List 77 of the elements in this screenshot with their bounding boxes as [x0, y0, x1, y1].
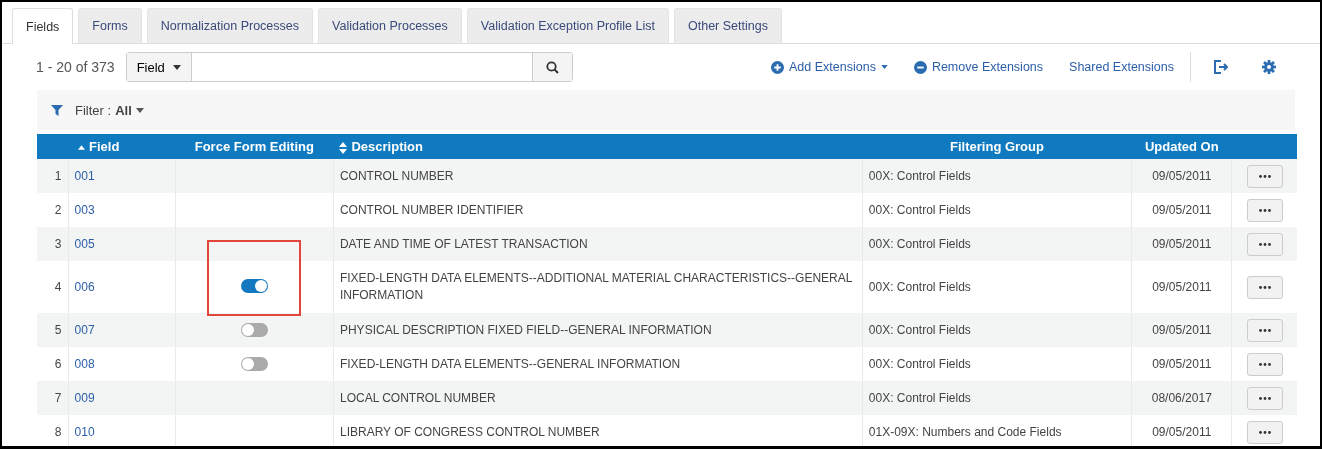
minus-circle-icon [913, 60, 927, 74]
toolbar-link[interactable]: Shared Extensions [1069, 60, 1174, 74]
row-number: 5 [37, 313, 69, 347]
row-actions-button[interactable] [1246, 420, 1283, 444]
more-icon [1258, 208, 1271, 212]
filter-dropdown[interactable]: Filter : All [75, 102, 144, 118]
caret-icon [135, 107, 144, 113]
column-header: Filtering Group [862, 134, 1132, 159]
more-icon [1258, 285, 1271, 289]
column-header: Updated On [1131, 134, 1232, 159]
table-cell: 00X: Control Fields [862, 227, 1132, 261]
field-link[interactable]: 009 [74, 391, 95, 405]
settings-icon [1262, 60, 1276, 74]
table-cell: 09/05/2011 [1131, 227, 1232, 261]
export-icon [1213, 60, 1228, 74]
row-actions-button[interactable] [1246, 198, 1283, 222]
table-cell: DATE AND TIME OF LATEST TRANSACTION [333, 227, 863, 261]
row-actions-button[interactable] [1246, 318, 1283, 342]
row-number: 1 [37, 159, 69, 193]
tab[interactable]: Forms [78, 8, 142, 43]
search-button[interactable] [531, 53, 572, 81]
toggle-switch[interactable] [240, 323, 268, 337]
column-header[interactable]: Description [333, 134, 863, 159]
field-link[interactable]: 007 [74, 323, 95, 337]
more-icon [1258, 328, 1271, 332]
table-cell: 00X: Control Fields [862, 313, 1132, 347]
table-cell: LIBRARY OF CONGRESS CONTROL NUMBER [333, 415, 863, 446]
column-header: Force Form Editing [175, 134, 334, 159]
row-actions-button[interactable] [1246, 386, 1283, 410]
table-cell: 09/05/2011 [1131, 159, 1232, 193]
column-header[interactable]: Field [68, 134, 176, 159]
more-icon [1258, 362, 1271, 366]
tab[interactable]: Validation Processes [318, 8, 462, 43]
more-icon [1258, 174, 1271, 178]
more-icon [1258, 396, 1271, 400]
tab[interactable]: Other Settings [674, 8, 782, 43]
row-actions-button[interactable] [1246, 352, 1283, 376]
plus-circle-icon [771, 60, 785, 74]
row-actions-button[interactable] [1246, 232, 1283, 256]
table-cell: 08/06/2017 [1131, 381, 1232, 415]
table-cell: 01X-09X: Numbers and Code Fields [862, 415, 1132, 446]
table-cell: 09/05/2011 [1131, 313, 1232, 347]
row-number: 3 [37, 227, 69, 261]
toggle-switch[interactable] [240, 357, 268, 371]
row-actions-button[interactable] [1246, 164, 1283, 188]
caret-icon [880, 65, 888, 69]
caret-icon [172, 64, 181, 70]
search-field[interactable]: Field [125, 52, 573, 82]
field-link[interactable]: 010 [74, 425, 95, 439]
field-link[interactable]: 005 [74, 237, 95, 251]
scope-dropdown[interactable]: Field [126, 53, 192, 81]
filter-icon [51, 104, 63, 116]
tab[interactable]: Fields [12, 8, 74, 44]
toolbar-link[interactable]: Add Extensions [771, 60, 888, 74]
sort-up-icon [78, 145, 86, 151]
result-count: 1 - 20 of 373 [36, 59, 115, 75]
row-actions-button[interactable] [1246, 275, 1283, 299]
sort-icon [339, 141, 348, 154]
table-cell: 09/05/2011 [1131, 415, 1232, 446]
table-cell: 00X: Control Fields [862, 159, 1132, 193]
field-link[interactable]: 008 [74, 357, 95, 371]
search-icon [545, 60, 559, 74]
toolbar-link[interactable]: Remove Extensions [913, 60, 1044, 74]
field-link[interactable]: 006 [74, 280, 95, 294]
more-icon [1258, 242, 1271, 246]
tab[interactable]: Validation Exception Profile List [466, 8, 669, 43]
table-cell: 00X: Control Fields [862, 381, 1132, 415]
table-cell: CONTROL NUMBER [333, 159, 863, 193]
field-link[interactable]: 003 [74, 203, 95, 217]
table-cell: LOCAL CONTROL NUMBER [333, 381, 863, 415]
tab[interactable]: Normalization Processes [146, 8, 313, 43]
table-cell: PHYSICAL DESCRIPTION FIXED FIELD--GENERAL INFORMATION [333, 313, 863, 347]
more-icon [1258, 430, 1271, 434]
field-link[interactable]: 001 [74, 169, 95, 183]
row-number: 8 [37, 415, 69, 446]
row-number: 7 [37, 381, 69, 415]
toggle-switch[interactable] [240, 279, 268, 293]
